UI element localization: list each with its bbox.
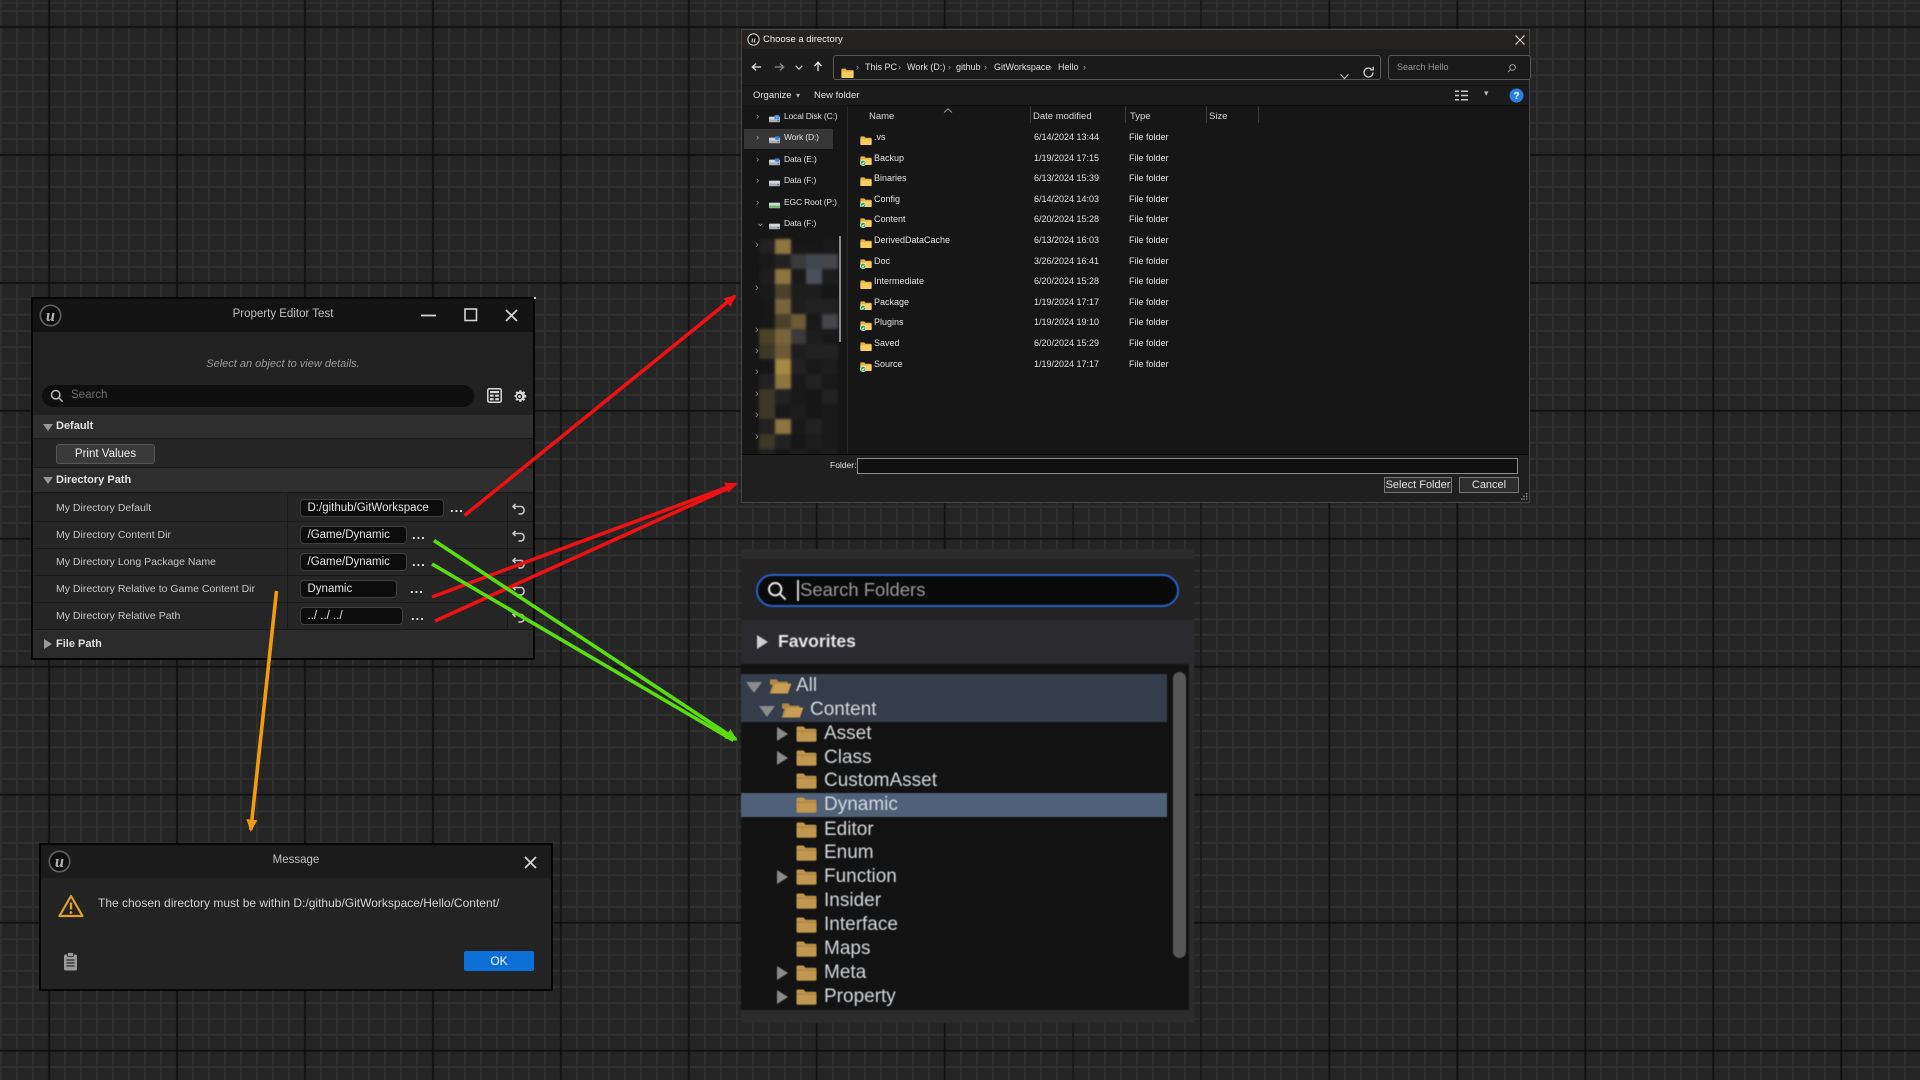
svg-text:u: u	[751, 35, 756, 45]
svg-text:?: ?	[1513, 91, 1519, 102]
